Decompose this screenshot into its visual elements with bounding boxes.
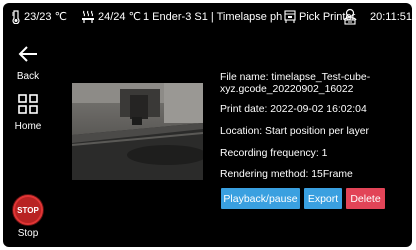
home-grid-icon <box>17 93 39 118</box>
back-label: Back <box>16 71 40 82</box>
bed-heat-icon <box>81 10 95 24</box>
nozzle-temperature: 23/23 ℃ <box>11 10 67 24</box>
file-name: File name: timelapse_Test-cube-xyz.gcode… <box>220 72 371 95</box>
bed-temperature: 24/24 ℃ <box>81 10 141 24</box>
status-bar: 23/23 ℃ 24/24 ℃ 1 Ender-3 S1 | Timelapse… <box>3 3 412 31</box>
clock-time: 20:11:51 <box>370 11 412 23</box>
rendering-method: Rendering method: 15Frame <box>220 169 353 180</box>
network-status <box>342 8 358 26</box>
back-arrow-icon <box>17 43 39 68</box>
thermometer-icon <box>11 10 21 24</box>
stop-icon: STOP <box>13 195 43 225</box>
delete-button[interactable]: Delete <box>346 188 385 209</box>
nozzle-temp-value: 23/23 ℃ <box>24 11 67 23</box>
back-button[interactable]: Back <box>3 43 53 82</box>
clock: 20:11:51 <box>367 10 412 24</box>
home-label: Home <box>14 121 42 132</box>
screen: 23/23 ℃ 24/24 ℃ 1 Ender-3 S1 | Timelapse… <box>3 3 412 247</box>
recording-frequency: Recording frequency: 1 <box>220 148 328 159</box>
printer-select-icon <box>284 10 296 24</box>
sidebar: Back Home STOP Stop <box>3 35 53 247</box>
playback-pause-button[interactable]: Playback/pause <box>221 188 300 209</box>
location: Location: Start position per layer <box>220 126 370 137</box>
print-date: Print date: 2022-09-02 16:02:04 <box>220 104 367 115</box>
stop-label: Stop <box>17 228 39 239</box>
printer-name-text: 1 Ender-3 S1 | Timelapse ph <box>143 11 283 23</box>
export-button[interactable]: Export <box>304 188 342 209</box>
timelapse-preview-image <box>72 83 203 180</box>
bed-temp-value: 24/24 ℃ <box>98 11 141 23</box>
stop-button[interactable]: STOP Stop <box>3 195 53 239</box>
home-button[interactable]: Home <box>3 93 53 132</box>
network-icon <box>342 8 358 26</box>
